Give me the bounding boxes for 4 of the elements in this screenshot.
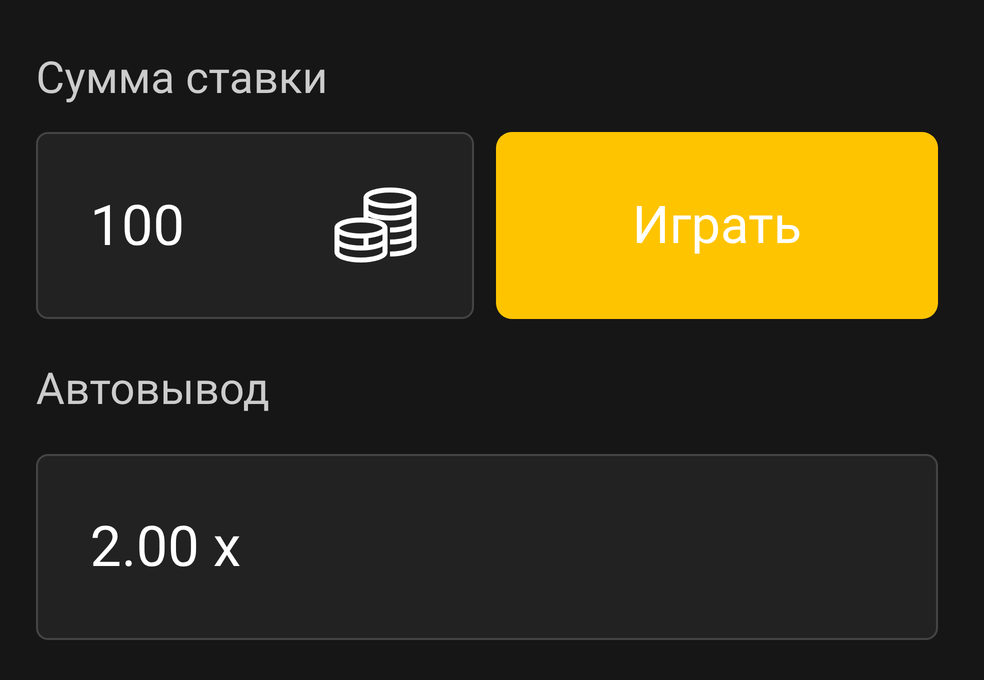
- bet-amount-label: Сумма ставки: [36, 51, 328, 106]
- bet-amount-field[interactable]: 100: [36, 132, 474, 319]
- autocashout-label: Автовывод: [36, 362, 270, 417]
- autocashout-field[interactable]: 2.00 x: [36, 454, 938, 640]
